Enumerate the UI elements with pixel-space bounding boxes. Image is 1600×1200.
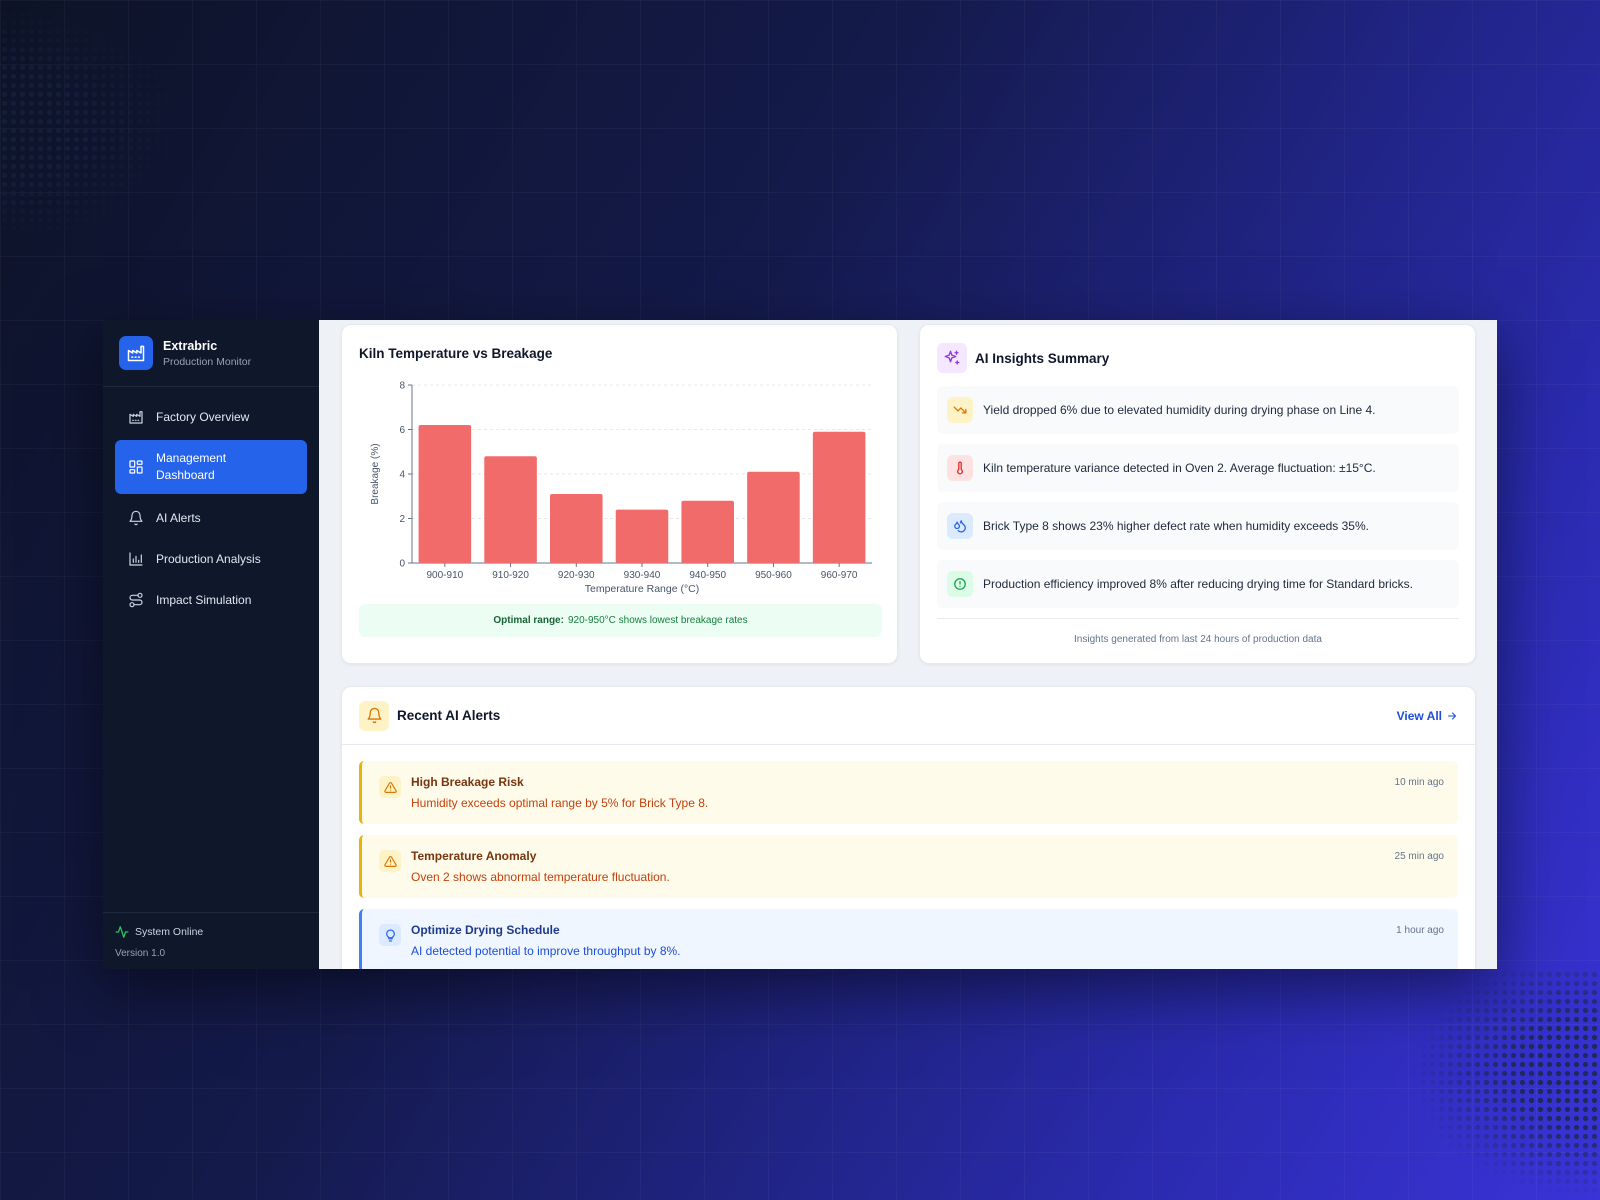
insight-item: Production efficiency improved 8% after … (937, 560, 1459, 608)
bar (418, 425, 472, 563)
factory-chart-icon (129, 410, 143, 424)
bell-icon (359, 700, 389, 731)
alert-message: Oven 2 shows abnormal temperature fluctu… (411, 870, 670, 884)
bar (681, 500, 734, 563)
trending-down-icon (947, 397, 973, 423)
y-tick-label: 6 (399, 425, 405, 436)
system-status: System Online (115, 925, 307, 939)
sidebar-item-label: AI Alerts (156, 510, 201, 525)
bell-icon (129, 510, 143, 525)
alert-time: 1 hour ago (1396, 925, 1444, 936)
main-content: Kiln Temperature vs Breakage 0 2 4 6 8 900-91… (319, 320, 1497, 969)
bar (550, 494, 603, 563)
sidebar-item-label: Factory Overview (156, 409, 250, 424)
bar (747, 471, 800, 563)
x-tick-label: 940-950 (689, 570, 726, 581)
kiln-breakage-chart: 0 2 4 6 8 900-910 910-920 920-930 930-940 940-950… (370, 381, 872, 595)
alerts-list: High Breakage Risk Humidity exceeds opti… (342, 745, 1475, 969)
x-axis-label: Temperature Range (°C) (585, 583, 700, 595)
alert-item[interactable]: Temperature Anomaly Oven 2 shows abnorma… (359, 835, 1458, 898)
x-tick-label: 910-920 (492, 570, 529, 581)
droplets-icon (947, 513, 973, 539)
sidebar-footer: System Online Version 1.0 (103, 912, 319, 969)
sparkles-icon (937, 343, 967, 373)
sidebar-nav: Factory Overview Management Dashboard AI… (103, 387, 319, 629)
sidebar-item-management-dashboard[interactable]: Management Dashboard (115, 440, 307, 494)
sidebar-item-factory-overview[interactable]: Factory Overview (115, 399, 307, 434)
factory-logo-icon (119, 336, 153, 370)
x-tick-label: 950-960 (755, 570, 792, 581)
version-label: Version 1.0 (115, 948, 166, 959)
ai-insights-card: AI Insights Summary Yield dropped 6% due… (919, 324, 1476, 664)
insights-header: AI Insights Summary (937, 343, 1109, 373)
alert-message: Humidity exceeds optimal range by 5% for… (411, 796, 709, 810)
insight-item: Yield dropped 6% due to elevated humidit… (937, 386, 1459, 434)
optimal-range-note: Optimal range: 920-950°C shows lowest br… (359, 604, 882, 637)
sidebar-item-ai-alerts[interactable]: AI Alerts (115, 500, 307, 535)
route-icon (129, 592, 143, 607)
sidebar-item-label: Impact Simulation (156, 592, 252, 607)
sidebar-item-impact-simulation[interactable]: Impact Simulation (115, 582, 307, 617)
halftone-decoration-bottom-right (1410, 970, 1600, 1200)
check-circle-icon (947, 571, 973, 597)
alert-title: Temperature Anomaly (411, 849, 537, 863)
insight-text: Brick Type 8 shows 23% higher defect rat… (983, 519, 1369, 533)
brand-subtitle: Production Monitor (163, 355, 252, 368)
alerts-header: Recent AI Alerts View All (342, 687, 1475, 745)
x-tick-label: 900-910 (427, 570, 464, 581)
dashboard-grid-icon (129, 460, 143, 474)
brand-header[interactable]: Extrabric Production Monitor (103, 320, 319, 387)
activity-icon (115, 926, 129, 938)
alert-title: High Breakage Risk (411, 775, 524, 789)
insights-title: AI Insights Summary (975, 350, 1110, 366)
chart-title: Kiln Temperature vs Breakage (359, 346, 553, 361)
alert-item[interactable]: Optimize Drying Schedule AI detected pot… (359, 909, 1458, 969)
system-status-label: System Online (135, 926, 204, 938)
y-tick-label: 2 (399, 514, 405, 525)
alert-time: 25 min ago (1394, 851, 1444, 862)
insight-text: Production efficiency improved 8% after … (983, 577, 1413, 591)
thermometer-icon (947, 455, 973, 481)
x-tick-label: 960-970 (821, 570, 858, 581)
optimal-range-label: Optimal range: (493, 615, 564, 626)
app-window: Extrabric Production Monitor Factory Ove… (103, 320, 1497, 969)
insight-item: Kiln temperature variance detected in Ov… (937, 444, 1459, 492)
bar-chart-icon (129, 551, 143, 566)
insight-item: Brick Type 8 shows 23% higher defect rat… (937, 502, 1459, 550)
x-tick-label: 930-940 (624, 570, 661, 581)
bar (484, 456, 537, 563)
sidebar-item-label: Management Dashboard (156, 451, 227, 482)
brand-name: Extrabric (163, 338, 218, 353)
sidebar: Extrabric Production Monitor Factory Ove… (103, 320, 319, 969)
halftone-decoration-top-left (0, 0, 190, 230)
insights-list: Yield dropped 6% due to elevated humidit… (937, 386, 1459, 608)
alert-item[interactable]: High Breakage Risk Humidity exceeds opti… (359, 761, 1458, 824)
y-tick-label: 8 (399, 381, 405, 392)
y-tick-label: 4 (399, 470, 405, 481)
sidebar-item-label: Production Analysis (156, 551, 261, 566)
warning-triangle-icon (379, 776, 401, 798)
insight-text: Kiln temperature variance detected in Ov… (983, 461, 1376, 475)
x-tick-label: 920-930 (558, 570, 595, 581)
kiln-chart-card: Kiln Temperature vs Breakage 0 2 4 6 8 900-91… (341, 324, 898, 664)
y-axis-label: Breakage (%) (370, 443, 381, 504)
sidebar-item-production-analysis[interactable]: Production Analysis (115, 541, 307, 576)
alert-time: 10 min ago (1394, 777, 1444, 788)
alert-title: Optimize Drying Schedule (411, 923, 560, 937)
bar (812, 431, 866, 563)
alerts-title: Recent AI Alerts (397, 708, 501, 723)
insight-text: Yield dropped 6% due to elevated humidit… (983, 403, 1376, 417)
bar (615, 509, 669, 563)
view-all-label: View All (1396, 708, 1442, 723)
view-all-link[interactable]: View All (1397, 709, 1458, 723)
lightbulb-icon (379, 924, 401, 946)
arrow-right-icon (1447, 711, 1457, 720)
warning-triangle-icon (379, 850, 401, 872)
recent-alerts-card: Recent AI Alerts View All High Breakage … (341, 686, 1476, 969)
optimal-range-text: 920-950°C shows lowest breakage rates (567, 615, 748, 626)
y-tick-label: 0 (399, 559, 405, 570)
alert-message: AI detected potential to improve through… (411, 944, 681, 958)
insights-footer: Insights generated from last 24 hours of… (937, 618, 1459, 648)
